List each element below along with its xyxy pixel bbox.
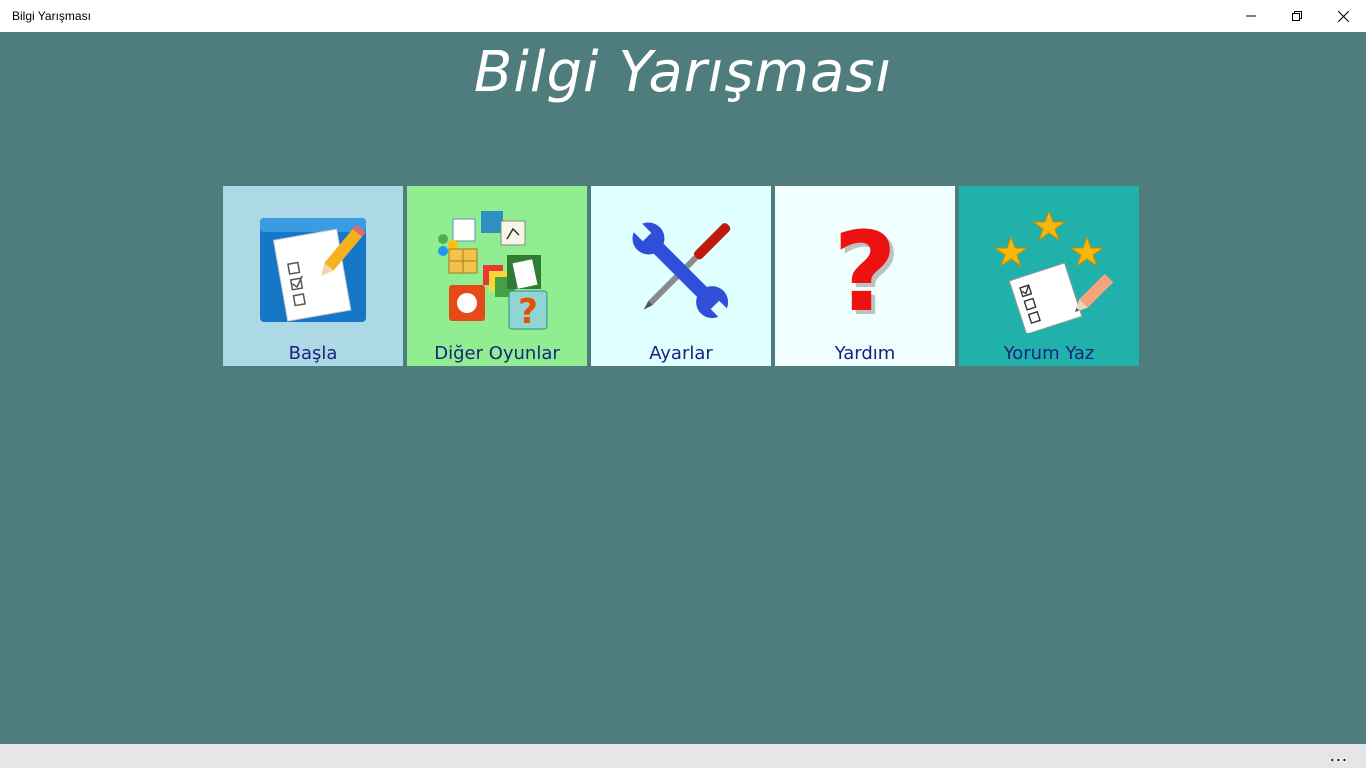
other-games-tile[interactable]: ? Diğer Oyunlar <box>407 186 587 366</box>
write-review-label: Yorum Yaz <box>1003 343 1095 364</box>
window-title: Bilgi Yarışması <box>12 9 91 23</box>
menu-tiles: Başla ? Diğer Oyunlar Ayarlar ? ? Yardım… <box>223 186 1139 366</box>
close-button[interactable] <box>1320 0 1366 32</box>
quiz-checklist-icon <box>223 206 403 336</box>
games-collection-icon: ? <box>407 206 587 336</box>
write-review-tile[interactable]: Yorum Yaz <box>959 186 1139 366</box>
wrench-screwdriver-icon <box>591 206 771 336</box>
svg-text:?: ? <box>833 216 897 326</box>
minimize-button[interactable] <box>1228 0 1274 32</box>
restore-button[interactable] <box>1274 0 1320 32</box>
page-title: Bilgi Yarışması <box>473 40 893 105</box>
settings-label: Ayarlar <box>649 343 713 364</box>
minimize-icon <box>1246 15 1256 17</box>
rating-stars-icon <box>959 206 1139 336</box>
title-bar: Bilgi Yarışması <box>0 0 1366 32</box>
start-label: Başla <box>288 343 338 364</box>
question-mark-icon: ? ? <box>775 206 955 336</box>
restore-icon <box>1292 11 1302 21</box>
svg-text:?: ? <box>518 292 538 332</box>
settings-tile[interactable]: Ayarlar <box>591 186 771 366</box>
help-tile[interactable]: ? ? Yardım <box>775 186 955 366</box>
window-controls <box>1228 0 1366 32</box>
other-games-label: Diğer Oyunlar <box>434 343 560 364</box>
start-tile[interactable]: Başla <box>223 186 403 366</box>
help-label: Yardım <box>834 343 896 364</box>
close-icon <box>1337 10 1349 22</box>
app-bar: ... <box>0 744 1366 768</box>
more-options-button[interactable]: ... <box>1330 746 1348 765</box>
